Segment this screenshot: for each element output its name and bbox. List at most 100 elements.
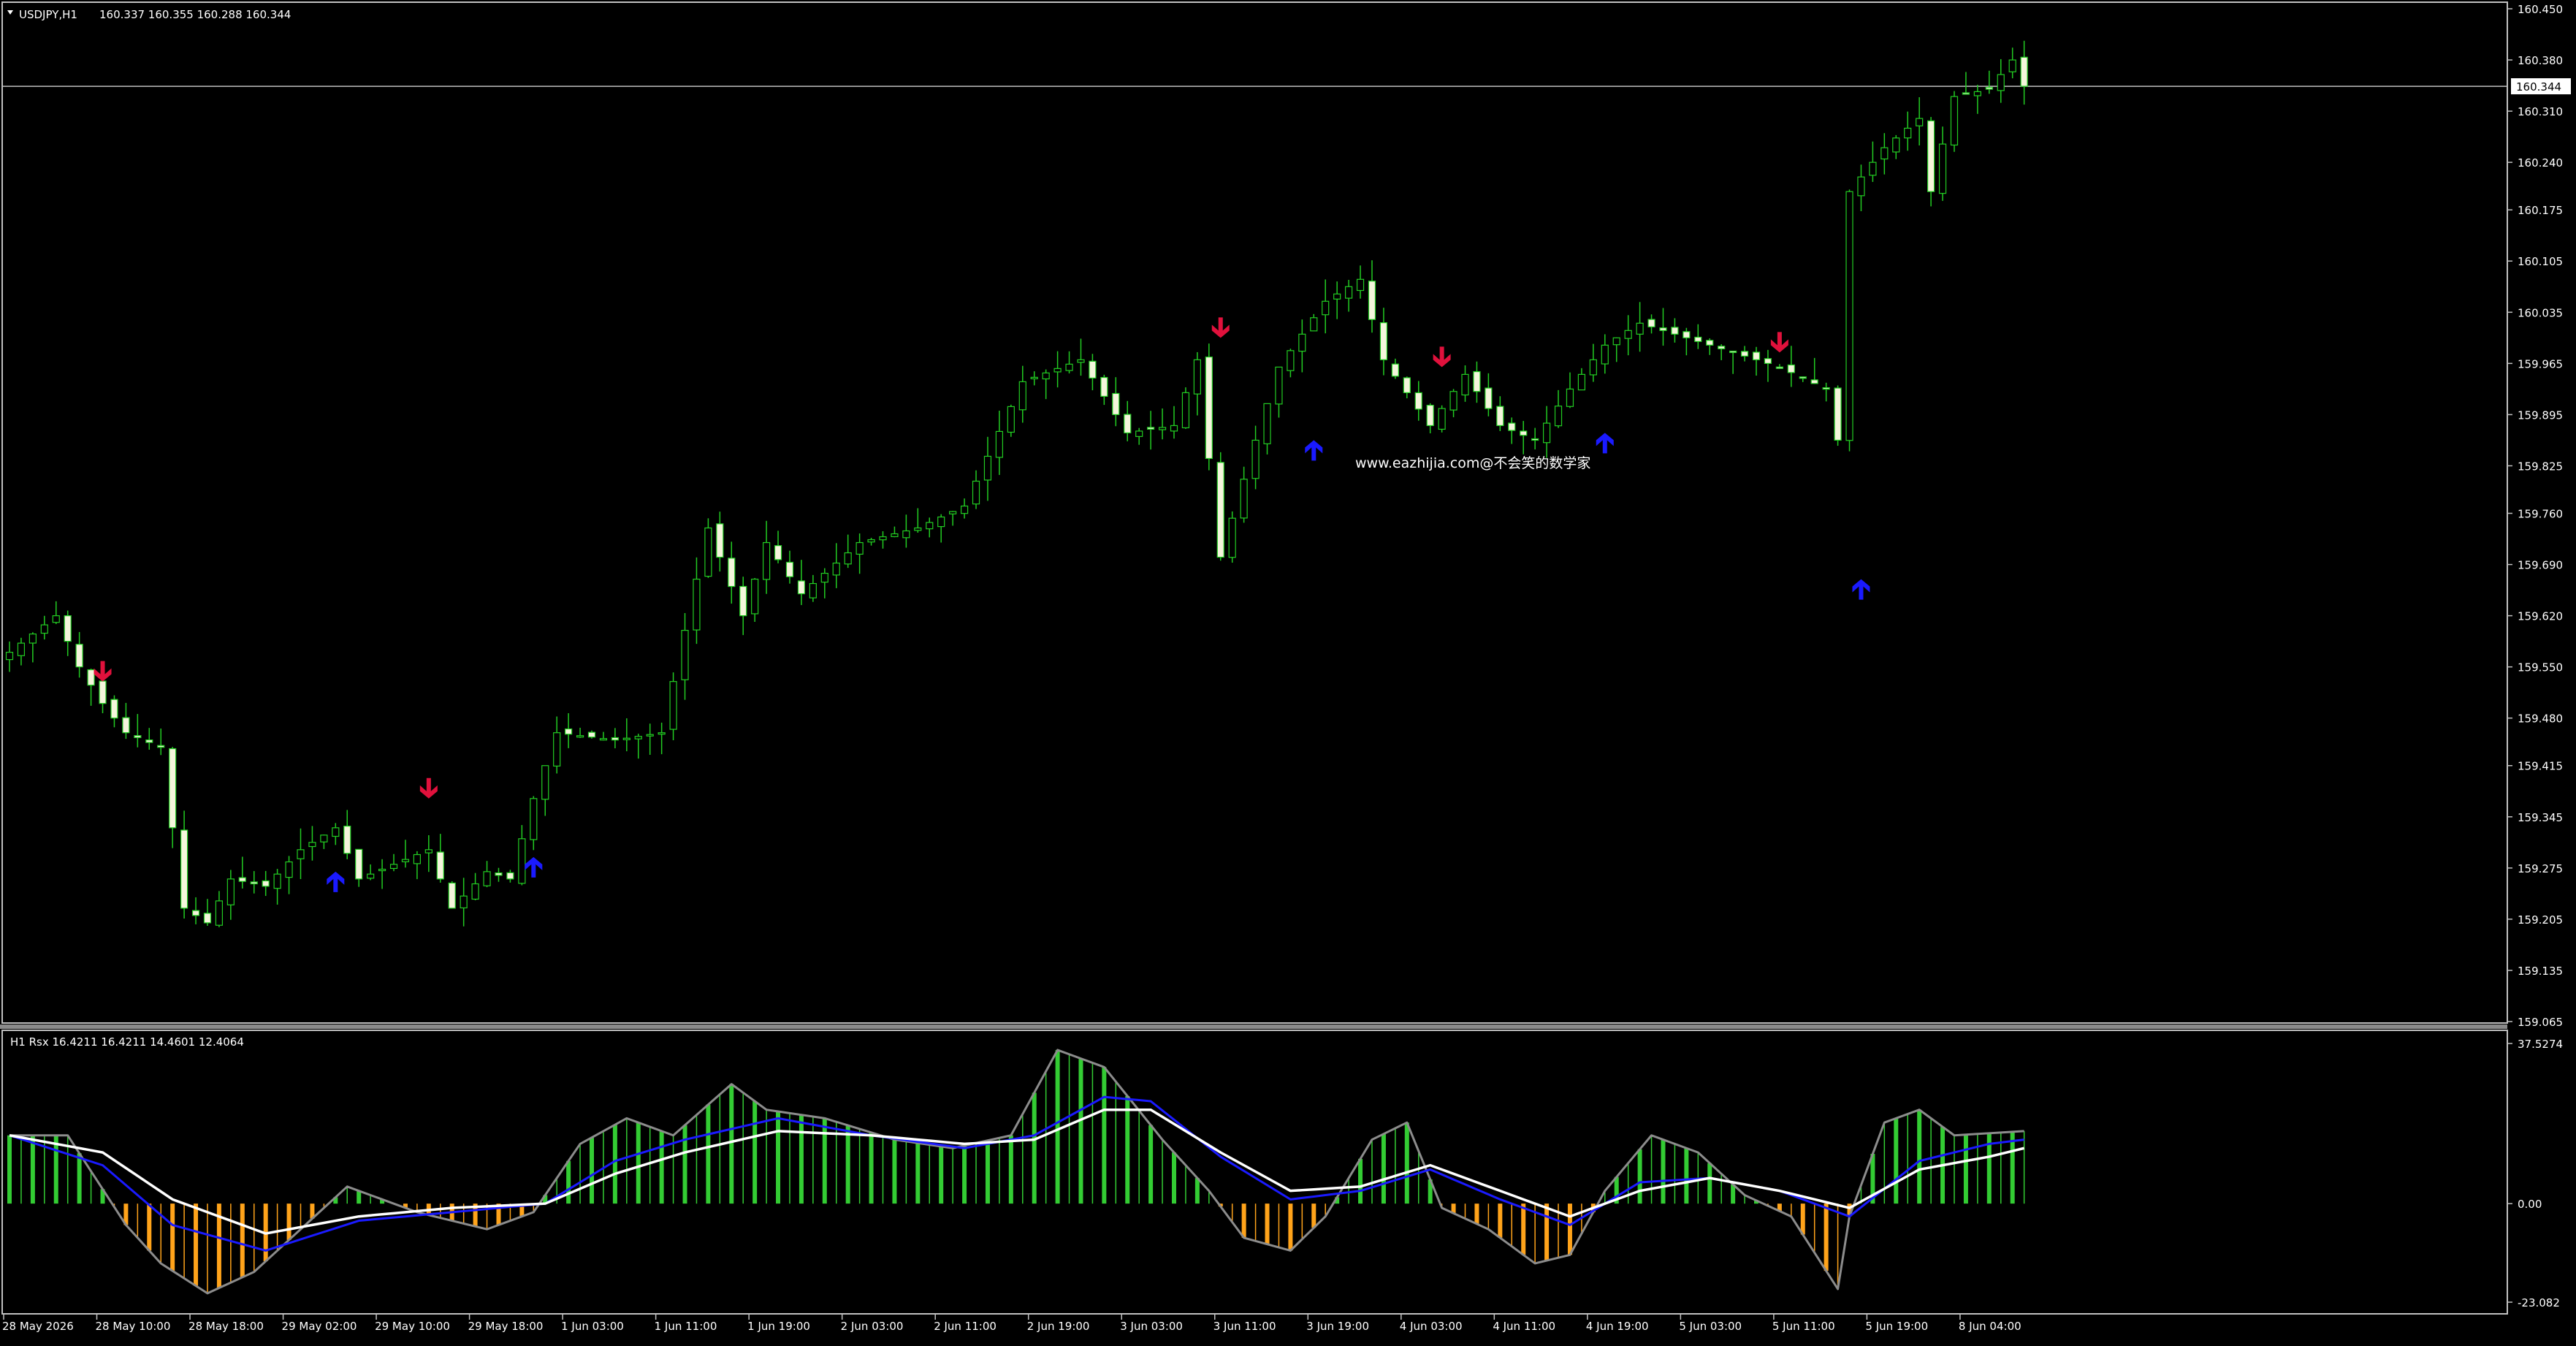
candle-body (867, 539, 875, 543)
candle-body (1333, 293, 1341, 300)
candle-body (751, 578, 759, 615)
candle-body (320, 834, 328, 843)
candle-body (367, 873, 375, 879)
candle-body (87, 669, 95, 686)
time-tick-label: 5 Jun 03:00 (1679, 1320, 1742, 1333)
candle-body (1531, 438, 1539, 441)
time-tick-label: 29 May 18:00 (468, 1320, 544, 1333)
candle-body (460, 895, 468, 909)
time-tick-label: 2 Jun 19:00 (1027, 1320, 1090, 1333)
candle-body (1251, 439, 1260, 479)
price-tick-label: 159.825 (2518, 460, 2563, 473)
candle-body (1729, 350, 1737, 354)
candle-body (681, 630, 689, 680)
candle-body (1158, 427, 1167, 430)
candle-body (203, 913, 212, 924)
candle-body (2020, 56, 2028, 87)
candle-body (1485, 387, 1493, 409)
candle-body (1601, 344, 1609, 365)
time-tick-label: 29 May 10:00 (375, 1320, 450, 1333)
price-tick-label: 159.620 (2518, 610, 2563, 623)
candle-body (1228, 517, 1236, 558)
candle-body (1764, 358, 1772, 364)
candle-body (1461, 373, 1469, 396)
candle-body (226, 878, 235, 905)
candle-body (879, 536, 887, 541)
candle-body (1880, 147, 1889, 160)
price-tick-label: 160.105 (2518, 255, 2563, 268)
candle-body (1496, 406, 1504, 427)
candle-body (1950, 96, 1959, 146)
price-tick-label: 160.175 (2518, 204, 2563, 217)
ohlc-readout: 160.337 160.355 160.288 160.344 (99, 8, 291, 21)
chart-canvas[interactable]: 160.450 160.380 160.310 160.240 160.175 160.1… (0, 0, 2576, 1343)
time-tick-label: 3 Jun 19:00 (1306, 1320, 1369, 1333)
candle-body (1414, 392, 1422, 410)
candle-body (297, 849, 305, 859)
candle-body (180, 829, 188, 909)
time-tick-label: 4 Jun 19:00 (1586, 1320, 1649, 1333)
candle-body (64, 615, 72, 642)
candle-body (1869, 161, 1877, 176)
candle-body (506, 872, 514, 880)
candle-body (716, 523, 724, 558)
candle-body (238, 877, 246, 882)
candle-body (1287, 350, 1295, 371)
price-tick-label: 159.550 (2518, 661, 2563, 674)
candle-body (785, 561, 794, 577)
candle-body (844, 552, 852, 565)
candle-body (530, 798, 538, 840)
candle-body (1089, 360, 1097, 379)
candle-body (1822, 387, 1830, 390)
candle-body (820, 572, 828, 583)
candle-body (471, 883, 479, 900)
candle-body (949, 511, 957, 514)
price-tick-label: 159.760 (2518, 507, 2563, 520)
candle-body (634, 736, 642, 739)
candle-body (728, 558, 736, 588)
candle-body (1647, 319, 1655, 327)
time-tick-label: 5 Jun 11:00 (1772, 1320, 1835, 1333)
candle-body (972, 480, 980, 505)
candle-body (75, 644, 83, 668)
candle-body (1810, 379, 1818, 384)
candle-body (1706, 340, 1714, 346)
candle-body (983, 455, 992, 481)
time-tick-label: 4 Jun 03:00 (1400, 1320, 1463, 1333)
candle-body (99, 680, 107, 704)
candle-body (669, 681, 677, 730)
indicator-tick-label: 37.5274 (2518, 1038, 2563, 1051)
candle-body (599, 738, 608, 741)
candle-body (1449, 391, 1457, 411)
candle-body (1904, 127, 1912, 139)
candle-body (1473, 370, 1481, 392)
candle-body (1718, 346, 1726, 349)
candle-body (693, 578, 701, 631)
candle-body (1752, 351, 1761, 360)
candle-body (1857, 176, 1865, 197)
candle-body (774, 545, 782, 560)
time-tick-label: 28 May 2026 (2, 1320, 74, 1333)
candle-body (926, 522, 934, 530)
candle-body (1100, 376, 1108, 397)
candle-body (518, 838, 526, 884)
candle-body (1612, 337, 1620, 346)
candle-body (1636, 322, 1644, 335)
candle-body (937, 516, 945, 528)
candle-body (1683, 331, 1691, 338)
candle-body (1775, 366, 1783, 369)
candle-body (145, 739, 153, 743)
price-tick-label: 159.205 (2518, 913, 2563, 927)
candle-body (1520, 430, 1528, 436)
candle-body (1740, 351, 1749, 357)
candle-body (436, 851, 444, 880)
price-tick-label: 160.240 (2518, 156, 2563, 170)
time-tick-label: 29 May 02:00 (282, 1320, 357, 1333)
time-tick-label: 28 May 18:00 (188, 1320, 264, 1333)
candle-body (28, 634, 37, 644)
candle-body (215, 900, 224, 926)
pane-separator[interactable] (0, 1024, 2507, 1029)
candle-body (1845, 191, 1853, 441)
trading-chart[interactable]: 160.450 160.380 160.310 160.240 160.175 160.1… (0, 0, 2576, 1343)
candle-body (1659, 327, 1667, 331)
